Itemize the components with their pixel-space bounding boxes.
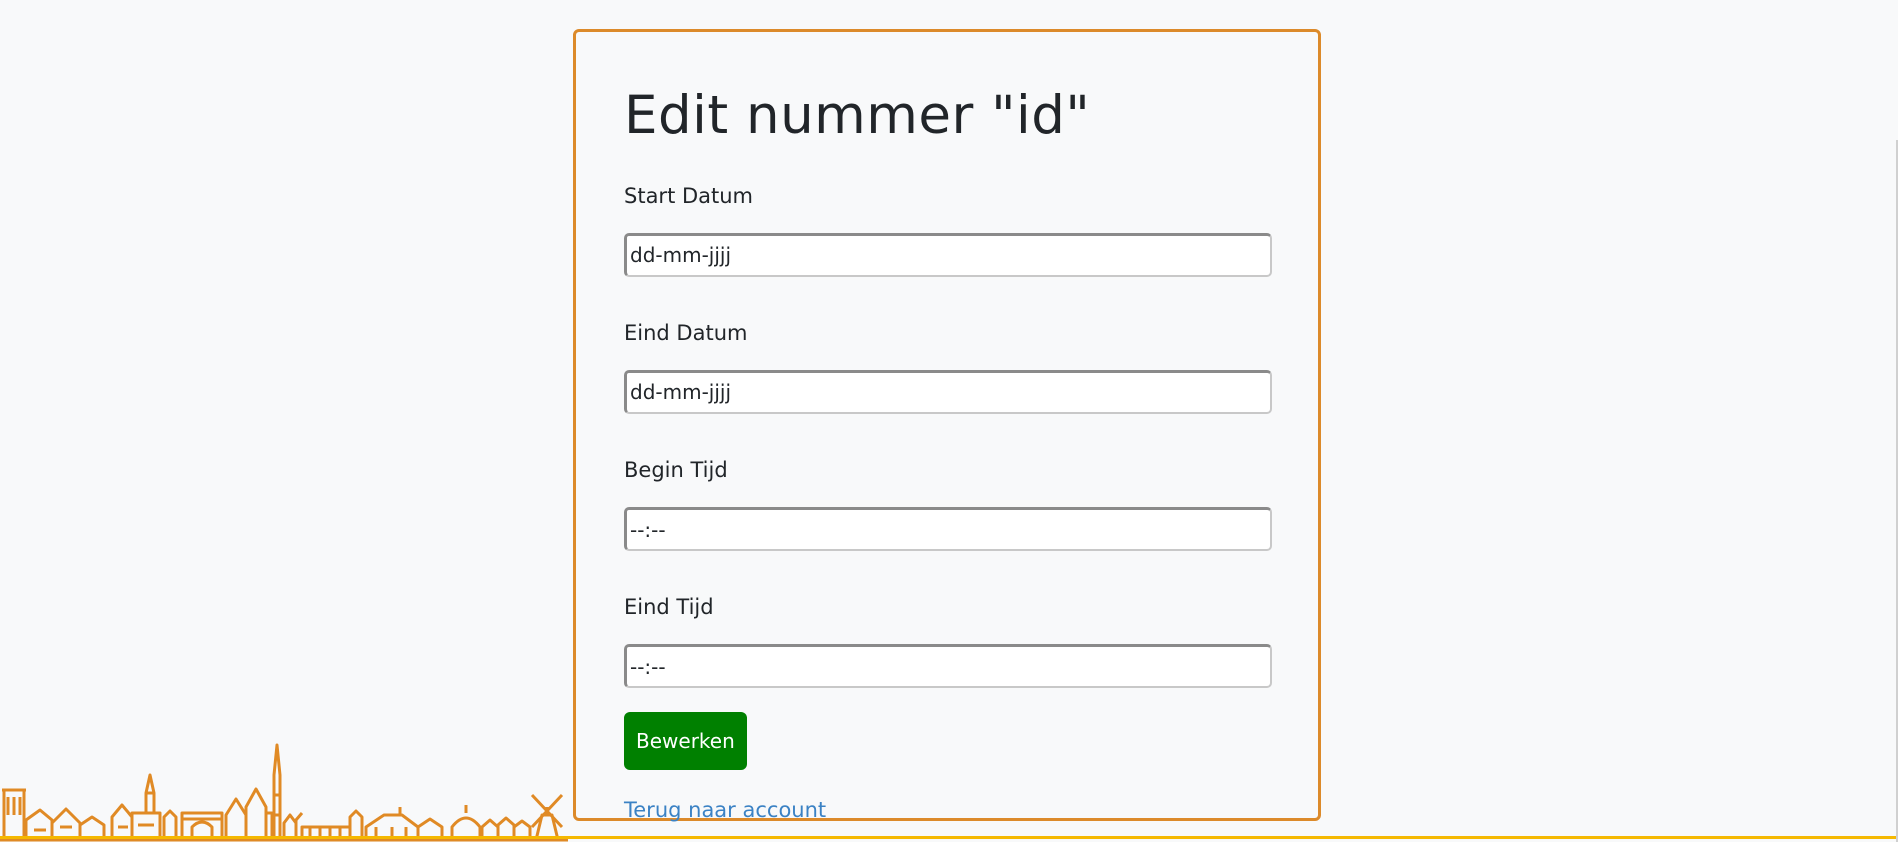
page-title: Edit nummer "id" [624,85,1091,146]
footer-divider [0,836,1898,839]
submit-button[interactable]: Bewerken [624,712,747,771]
edit-form-card: Edit nummer "id" Start Datum Eind Datum … [573,29,1321,822]
city-skyline-icon [0,743,568,842]
start-time-input[interactable] [624,507,1272,552]
end-date-input[interactable] [624,369,1272,414]
start-date-input[interactable] [624,232,1272,277]
start-time-label: Begin Tijd [624,457,728,482]
start-date-label: Start Datum [624,183,754,208]
end-date-label: Eind Datum [624,320,748,345]
end-time-label: Eind Tijd [624,595,714,620]
end-time-input[interactable] [624,644,1272,689]
back-to-account-link[interactable]: Terug naar account [624,798,826,822]
page: Edit nummer "id" Start Datum Eind Datum … [0,0,1898,842]
